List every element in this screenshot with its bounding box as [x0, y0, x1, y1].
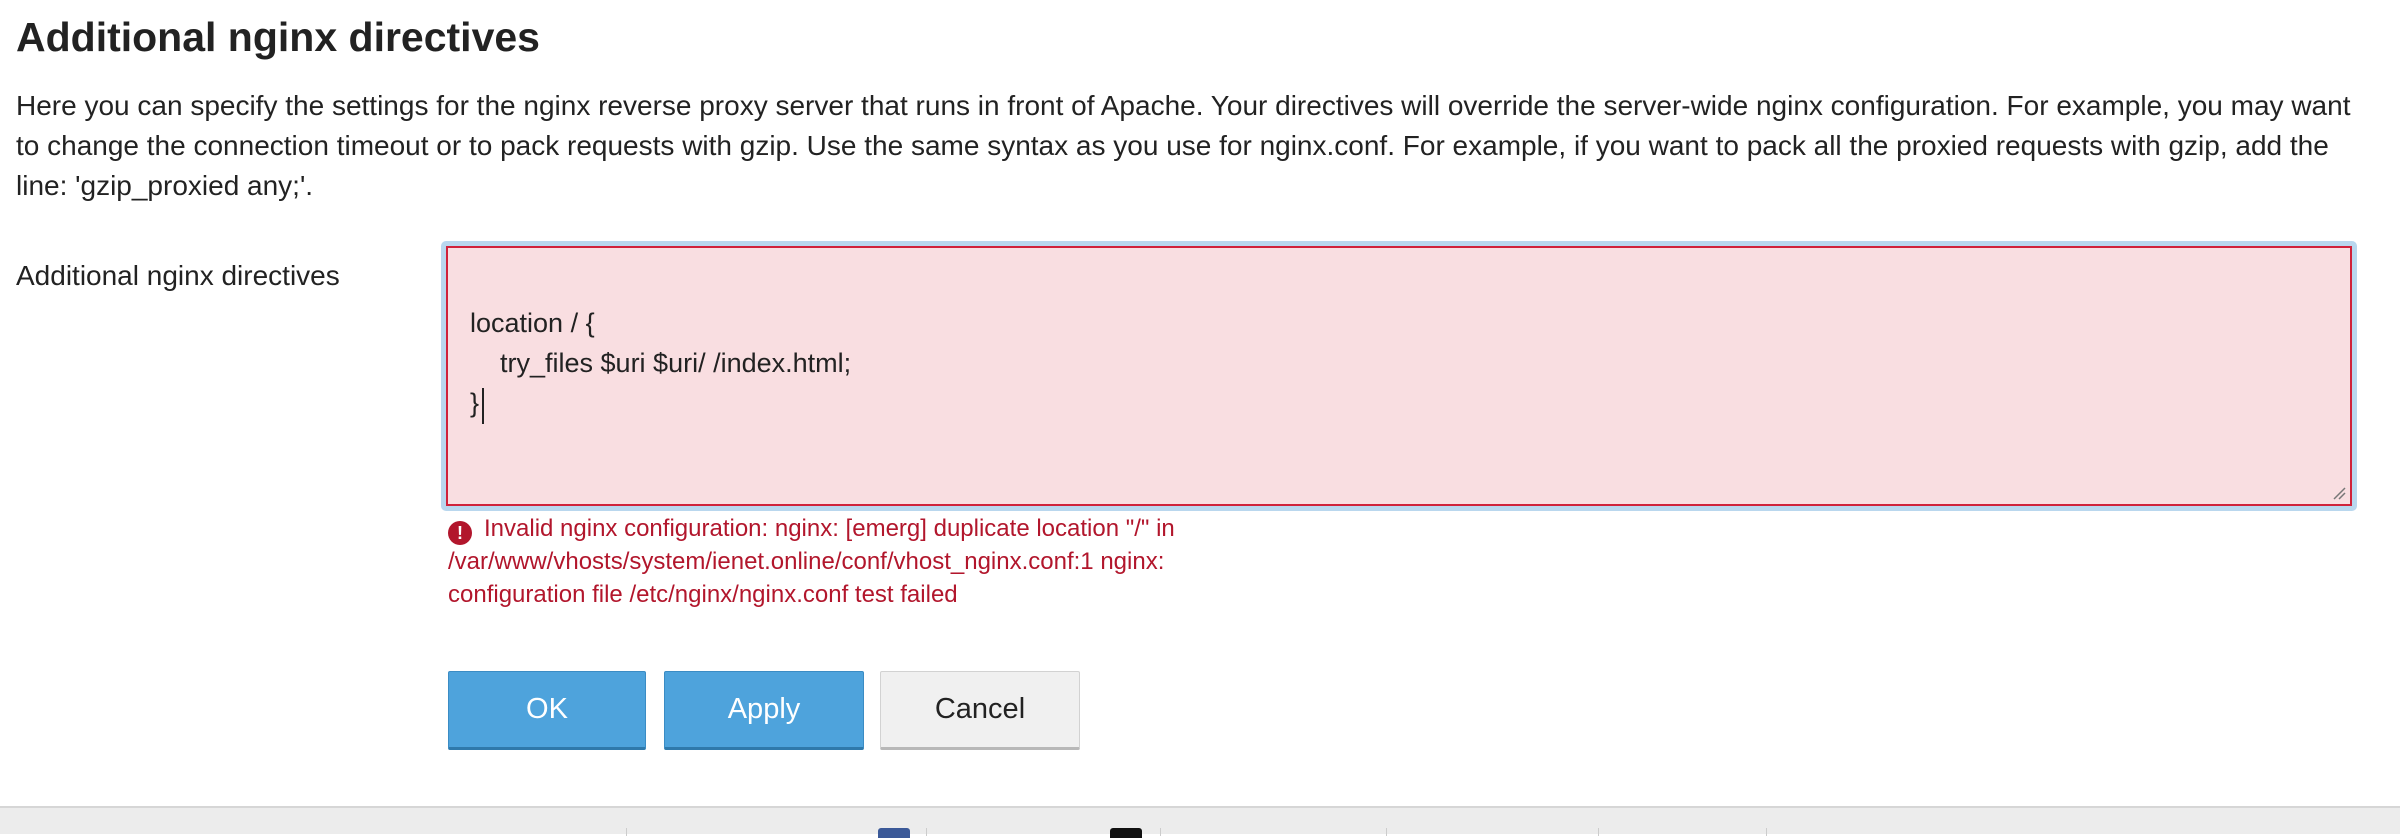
facebook-icon[interactable]	[878, 828, 910, 838]
footer-divider	[1598, 828, 1599, 836]
footer-divider	[1766, 828, 1767, 836]
footer-divider	[1160, 828, 1161, 836]
error-message-text: Invalid nginx configuration: nginx: [eme…	[448, 515, 1175, 608]
ok-button[interactable]: OK	[448, 671, 646, 750]
error-icon: !	[448, 521, 472, 545]
page-title: Additional nginx directives	[16, 14, 540, 60]
directives-textarea[interactable]: location / { try_files $uri $uri/ /index…	[446, 246, 2352, 506]
footer-bar	[0, 806, 2400, 838]
cancel-button[interactable]: Cancel	[880, 671, 1080, 750]
apply-button[interactable]: Apply	[664, 671, 864, 750]
textarea-line: try_files $uri $uri/ /index.html;	[470, 348, 852, 378]
directives-field-label: Additional nginx directives	[16, 260, 340, 291]
footer-divider	[1386, 828, 1387, 836]
resize-handle-icon[interactable]	[2330, 484, 2346, 500]
validation-error: ! Invalid nginx configuration: nginx: [em…	[448, 512, 1248, 611]
page-description: Here you can specify the settings for th…	[16, 90, 2351, 201]
x-icon[interactable]	[1110, 828, 1142, 838]
textarea-line: }	[470, 388, 480, 418]
footer-divider	[926, 828, 927, 836]
footer-divider	[626, 828, 627, 836]
directives-textarea-focus-ring: location / { try_files $uri $uri/ /index…	[441, 241, 2357, 511]
textarea-line: location / {	[470, 308, 595, 338]
text-caret	[482, 388, 484, 424]
